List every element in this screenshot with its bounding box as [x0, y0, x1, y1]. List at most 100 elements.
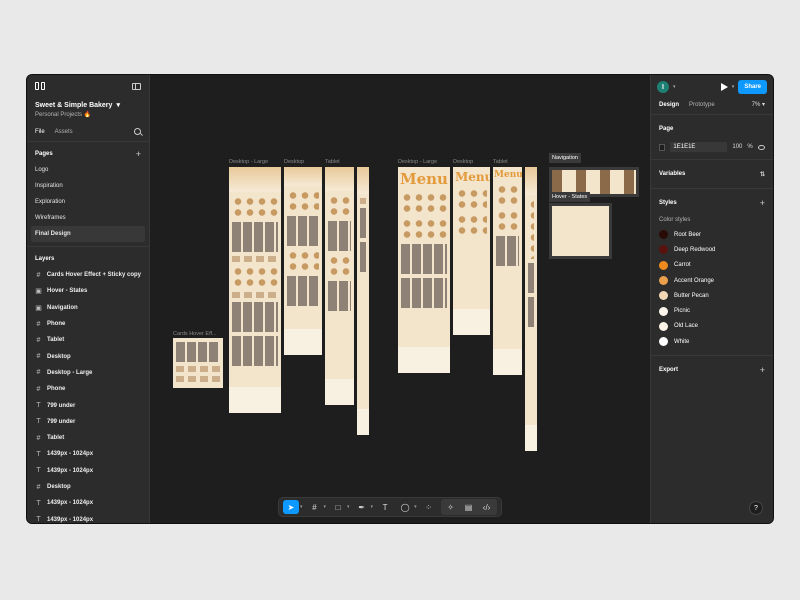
present-play-icon[interactable] [720, 83, 728, 91]
layer-item[interactable]: # Tablet [27, 332, 149, 348]
color-swatch [659, 306, 668, 316]
frame-label-navigation[interactable]: Navigation [549, 153, 581, 163]
layer-item[interactable]: T 1439px - 1024px [27, 463, 149, 479]
frame-label[interactable]: Desktop [453, 159, 473, 165]
color-style-name: Accent Orange [674, 277, 715, 284]
text-tool-icon[interactable]: T [377, 500, 393, 514]
layer-item[interactable]: ▣ Hover - States [27, 283, 149, 299]
move-tool-icon[interactable]: ➤ [283, 500, 299, 514]
project-name[interactable]: Personal Projects 🔥 [27, 109, 149, 118]
chevron-down-icon[interactable]: ▾ [414, 504, 417, 510]
frame-hover-states[interactable] [549, 203, 612, 259]
frame-tool-icon[interactable]: # [307, 500, 323, 514]
frame-desktop-large-menu[interactable]: Menu [398, 167, 450, 373]
page-color-swatch[interactable] [659, 143, 666, 151]
zoom-level[interactable]: 7% ▾ [752, 101, 765, 108]
actions-tool-icon[interactable]: ⁘ [421, 500, 437, 514]
frame-label[interactable]: Desktop [284, 159, 304, 165]
figma-menu-icon[interactable] [35, 81, 45, 91]
divider [651, 188, 773, 189]
color-style-item[interactable]: Butter Pecan [651, 288, 773, 303]
add-export-icon[interactable]: + [760, 365, 765, 375]
comment-tool-icon[interactable]: ◯ [397, 500, 413, 514]
layer-item[interactable]: # Phone [27, 316, 149, 332]
layer-item[interactable]: # Desktop [27, 479, 149, 495]
layer-item[interactable]: # Tablet [27, 430, 149, 446]
layer-label: Navigation [47, 304, 78, 311]
tab-prototype[interactable]: Prototype [689, 102, 715, 108]
divider [651, 355, 773, 357]
chevron-down-icon[interactable]: ▾ [324, 504, 327, 510]
color-style-item[interactable]: Accent Orange [651, 273, 773, 288]
code-icon[interactable]: ‹/› [479, 500, 495, 514]
layer-item[interactable]: T 799 under [27, 397, 149, 413]
frame-label[interactable]: Desktop - Large [229, 159, 268, 165]
frame-label[interactable]: Tablet [493, 159, 508, 165]
tab-file[interactable]: File [35, 129, 45, 135]
color-style-item[interactable]: Deep Redwood [651, 242, 773, 257]
layer-item[interactable]: T 1439px - 1024px [27, 495, 149, 511]
search-icon[interactable] [134, 128, 141, 135]
page-opacity[interactable]: 100 [732, 144, 742, 150]
layer-item[interactable]: T 799 under [27, 414, 149, 430]
dev-mode-icon[interactable]: ▤ [461, 500, 477, 514]
frame-cards-hover[interactable] [173, 338, 223, 388]
frame-label[interactable]: Desktop - Large [398, 159, 437, 165]
frame-icon: # [36, 353, 41, 361]
share-button[interactable]: Share [738, 80, 767, 94]
rectangle-tool-icon[interactable]: □ [330, 500, 346, 514]
add-page-icon[interactable]: + [136, 149, 141, 159]
frame-tablet[interactable] [325, 167, 354, 405]
chevron-down-icon[interactable]: ▾ [673, 84, 676, 90]
chevron-down-icon[interactable]: ▾ [371, 504, 374, 510]
page-item[interactable]: Exploration [27, 194, 149, 210]
color-swatch [659, 337, 668, 347]
file-title[interactable]: Sweet & Simple Bakery ▾ [27, 97, 149, 110]
color-style-name: Butter Pecan [674, 292, 709, 299]
page-item[interactable]: Logo [27, 162, 149, 178]
chevron-down-icon[interactable]: ▾ [347, 504, 350, 510]
frame-label[interactable]: Tablet [325, 159, 340, 165]
page-item[interactable]: Inspiration [27, 178, 149, 194]
frame-desktop[interactable] [284, 167, 322, 355]
layer-item[interactable]: # Phone [27, 381, 149, 397]
color-style-item[interactable]: White [651, 334, 773, 349]
zoom-value: 7% [751, 102, 761, 108]
layer-item[interactable]: # Desktop - Large [27, 365, 149, 381]
page-color-hex[interactable]: 1E1E1E [670, 142, 728, 152]
eye-icon[interactable] [757, 144, 765, 150]
color-style-item[interactable]: Old Lace [651, 319, 773, 334]
design-canvas[interactable]: Cards Hover Eff... Desktop - Large Deskt… [150, 75, 652, 523]
avatar[interactable]: I [657, 81, 669, 93]
tab-design[interactable]: Design [659, 102, 679, 108]
ai-tool-icon[interactable]: ✧ [443, 500, 459, 514]
frame-tablet-menu[interactable]: Menu [493, 167, 522, 375]
pen-tool-icon[interactable]: ✒ [354, 500, 370, 514]
layer-item[interactable]: ▣ Navigation [27, 300, 149, 316]
layer-item[interactable]: T 1439px - 1024px [27, 511, 149, 523]
variables-settings-icon[interactable]: ⇅ [760, 171, 765, 178]
chevron-down-icon[interactable]: ▾ [300, 504, 303, 510]
percent-sign: % [747, 144, 753, 150]
frame-label[interactable]: Cards Hover Eff... [173, 331, 217, 337]
frame-phone-menu[interactable] [525, 167, 537, 451]
chevron-down-icon[interactable]: ▾ [732, 84, 735, 90]
color-style-item[interactable]: Root Beer [651, 227, 773, 242]
layer-label: Desktop - Large [47, 369, 93, 376]
layer-item[interactable]: T 1439px - 1024px [27, 446, 149, 462]
color-style-item[interactable]: Carrot [651, 258, 773, 273]
layer-item[interactable]: # Cards Hover Effect + Sticky copy [27, 267, 149, 283]
page-item-active[interactable]: Final Design [31, 226, 145, 242]
layer-item[interactable]: # Desktop [27, 348, 149, 364]
color-style-item[interactable]: Picnic [651, 303, 773, 318]
frame-label-hover-states[interactable]: Hover - States [549, 192, 591, 202]
tab-assets[interactable]: Assets [55, 129, 73, 135]
frame-desktop-large[interactable] [229, 167, 281, 413]
page-item[interactable]: Wireframes [27, 210, 149, 226]
frame-desktop-menu[interactable]: Menu [453, 167, 490, 335]
sidebar-toggle-icon[interactable] [132, 82, 141, 90]
color-swatch [659, 291, 668, 301]
help-button[interactable]: ? [749, 501, 763, 515]
add-style-icon[interactable]: + [760, 198, 765, 208]
frame-phone[interactable] [357, 167, 369, 435]
